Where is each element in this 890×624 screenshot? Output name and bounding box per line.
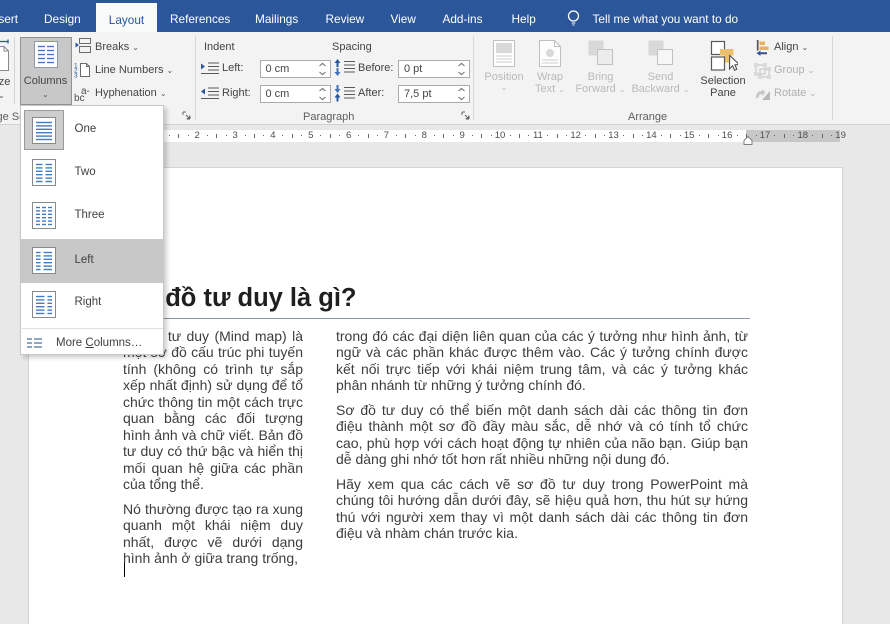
svg-text:3: 3 xyxy=(74,73,78,79)
svg-text:a-: a- xyxy=(81,86,90,97)
